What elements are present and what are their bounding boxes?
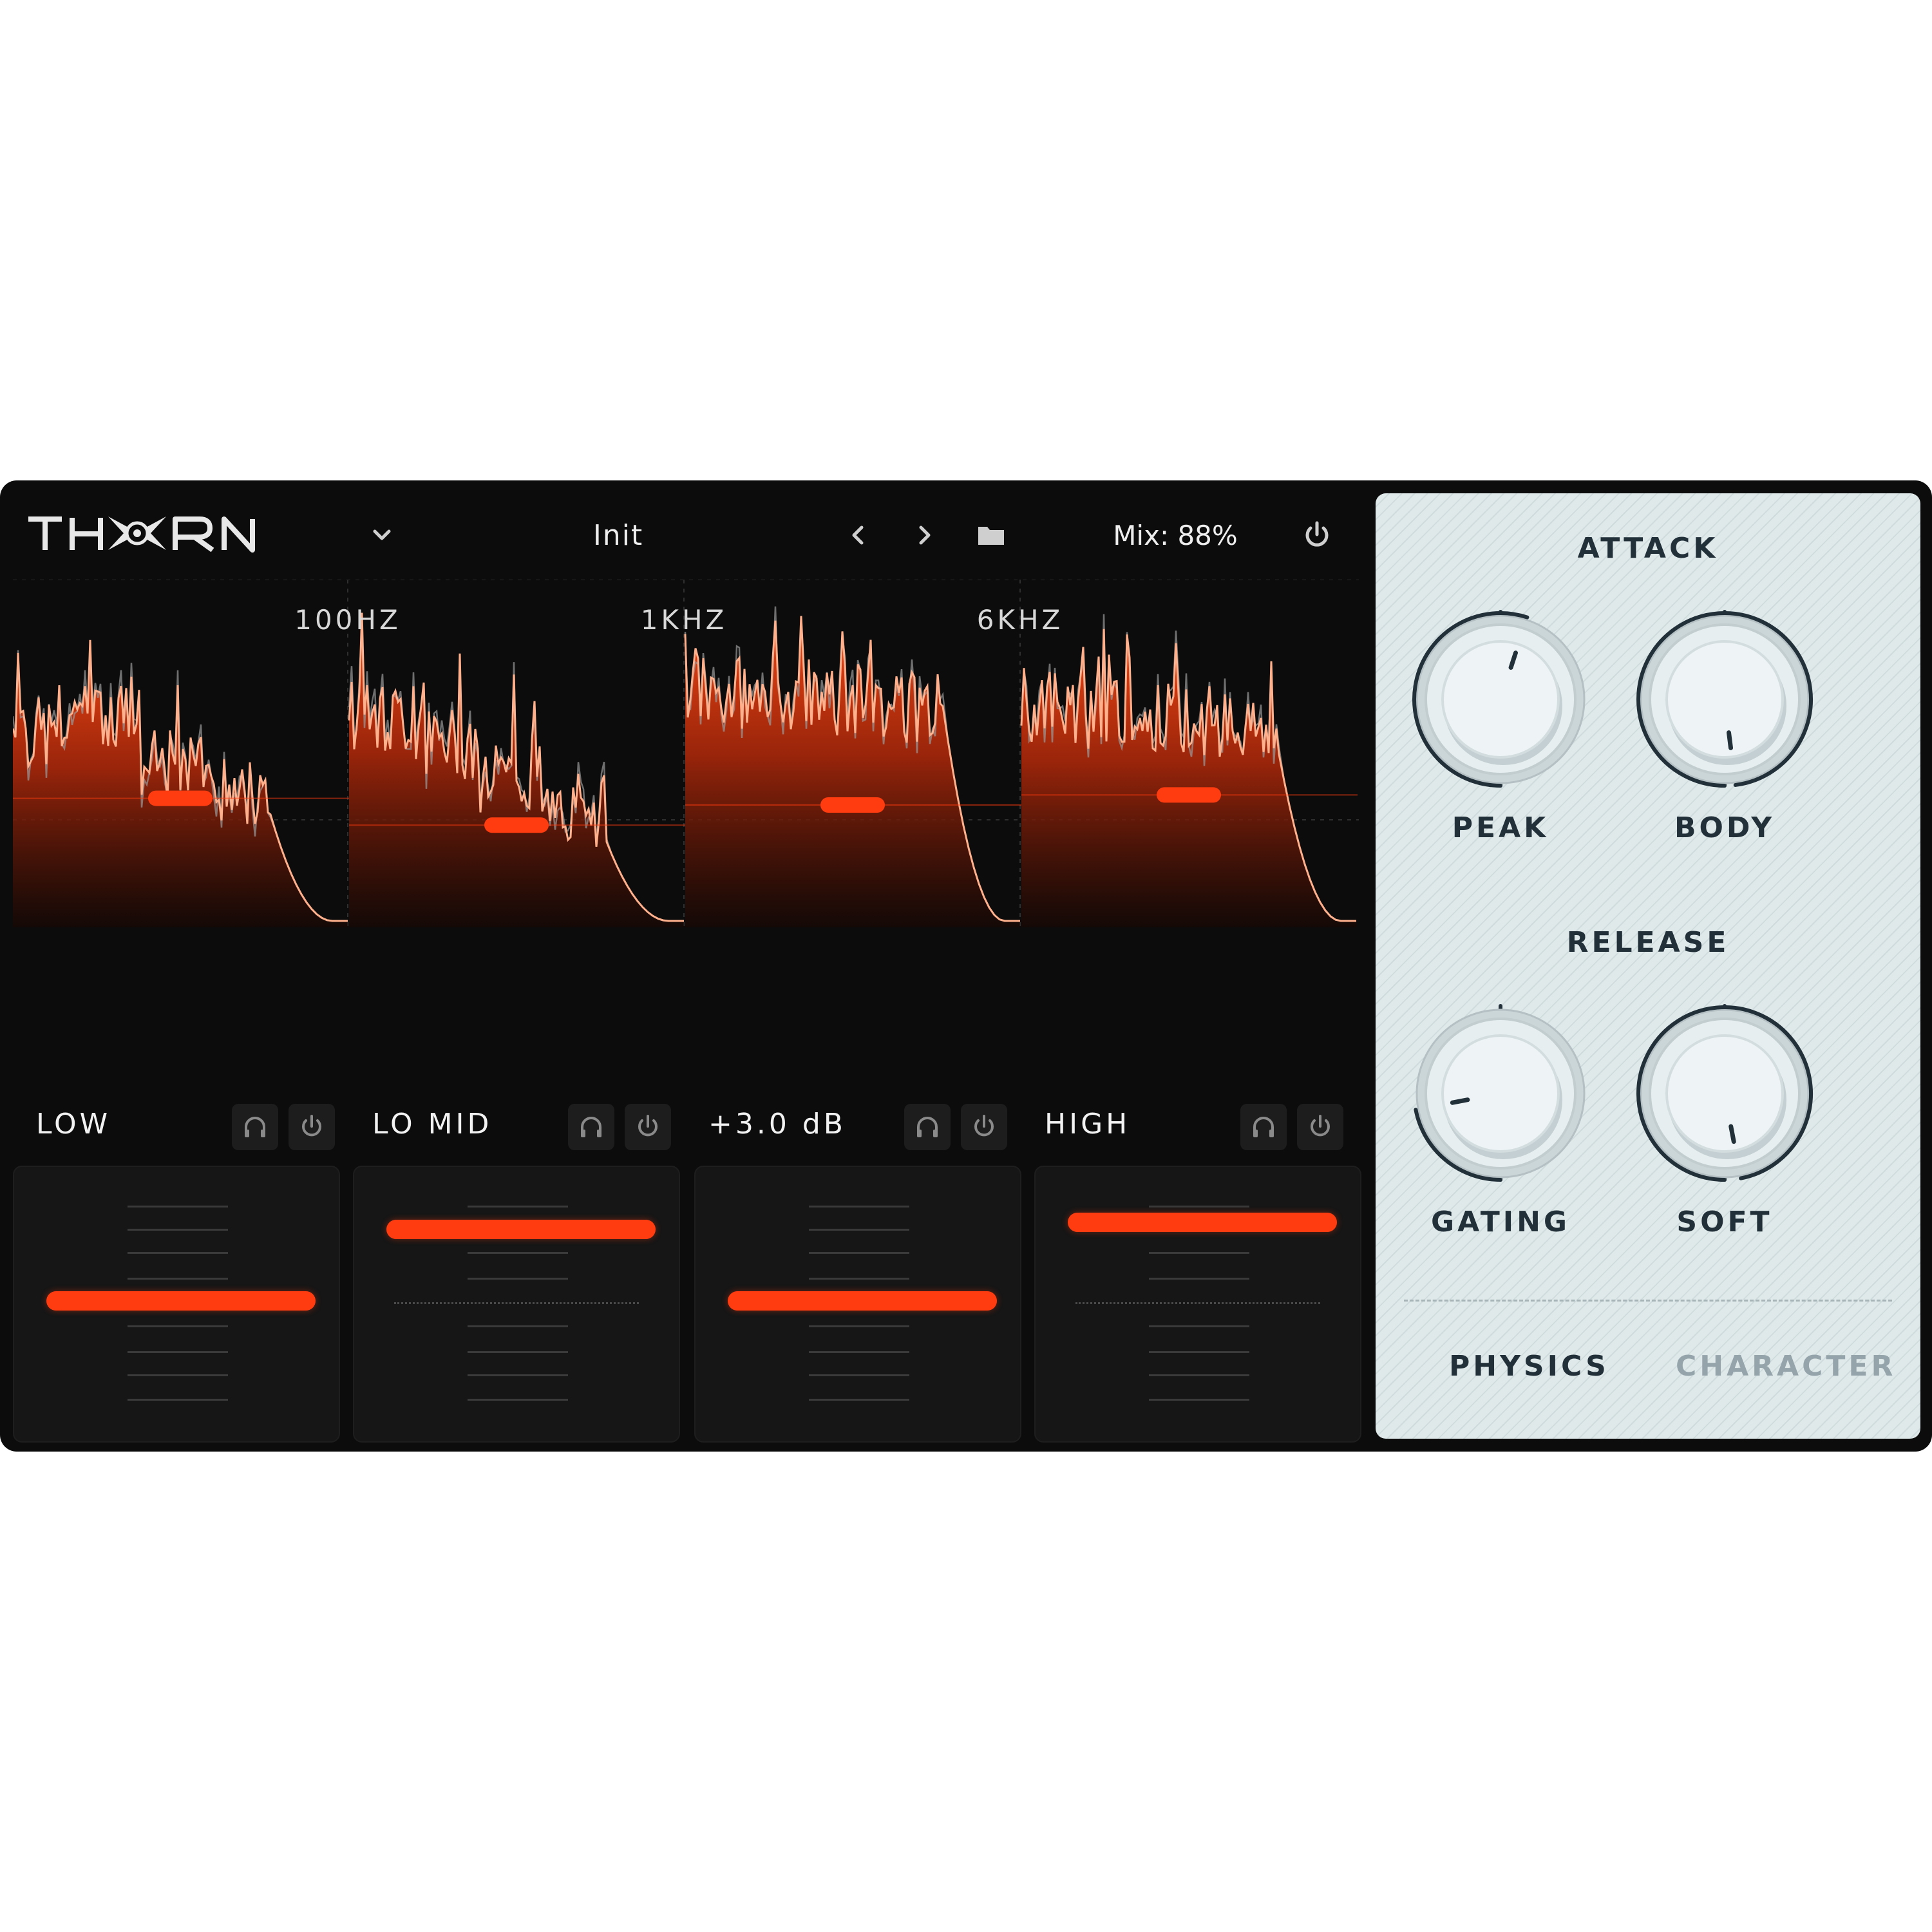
fader-tick bbox=[1149, 1206, 1249, 1208]
band-power-button[interactable] bbox=[625, 1104, 671, 1150]
headphones-icon bbox=[917, 1117, 938, 1137]
tab-character[interactable]: CHARACTER bbox=[1676, 1350, 1896, 1383]
panel-divider bbox=[1404, 1300, 1892, 1302]
solo-button[interactable] bbox=[232, 1104, 278, 1150]
band-power-button[interactable] bbox=[1297, 1104, 1343, 1150]
headphones-icon bbox=[1253, 1117, 1274, 1137]
fader-tick bbox=[809, 1229, 909, 1231]
band-gain-fader-1[interactable] bbox=[13, 1166, 340, 1443]
crossover-label-1[interactable]: 100HZ bbox=[283, 604, 412, 636]
solo-button[interactable] bbox=[1240, 1104, 1287, 1150]
soft-label: SOFT bbox=[1676, 1206, 1773, 1238]
fader-tick bbox=[1149, 1278, 1249, 1280]
power-icon bbox=[974, 1115, 994, 1137]
chevron-left-icon[interactable] bbox=[842, 519, 875, 551]
threshold-handle[interactable] bbox=[484, 817, 549, 833]
thorn-logo bbox=[28, 516, 255, 553]
power-icon[interactable] bbox=[1301, 519, 1333, 551]
fader-tick bbox=[128, 1325, 228, 1327]
gating-label: GATING bbox=[1430, 1206, 1571, 1238]
fader-tick bbox=[128, 1278, 228, 1280]
power-icon bbox=[302, 1115, 321, 1137]
mix-control[interactable]: Mix: 88% bbox=[1088, 516, 1262, 555]
fader-handle[interactable] bbox=[46, 1291, 316, 1311]
band-name: HIGH bbox=[1045, 1108, 1131, 1141]
fader-zero-line bbox=[1075, 1302, 1320, 1304]
soft-knob[interactable] bbox=[1628, 997, 1821, 1190]
fader-tick bbox=[468, 1325, 568, 1327]
spectrum-band-1 bbox=[13, 639, 349, 927]
fader-tick bbox=[128, 1206, 228, 1208]
band-header-hi-mid: +3.0 dB bbox=[685, 1099, 1020, 1150]
fader-tick bbox=[468, 1399, 568, 1401]
solo-button[interactable] bbox=[568, 1104, 614, 1150]
band-header-high: HIGH bbox=[1021, 1099, 1356, 1150]
solo-button[interactable] bbox=[904, 1104, 951, 1150]
fader-tick bbox=[1149, 1351, 1249, 1353]
peak-label: PEAK bbox=[1452, 811, 1549, 844]
fader-tick bbox=[1149, 1374, 1249, 1376]
headphones-icon bbox=[581, 1117, 601, 1137]
band-gain-fader-3[interactable] bbox=[694, 1166, 1021, 1443]
fader-tick bbox=[809, 1399, 909, 1401]
band-power-button[interactable] bbox=[289, 1104, 335, 1150]
fader-tick bbox=[128, 1252, 228, 1254]
fader-handle[interactable] bbox=[728, 1291, 997, 1311]
top-bar: Init Mix: 88% bbox=[0, 480, 1372, 580]
release-title: RELEASE bbox=[1566, 926, 1730, 959]
power-icon bbox=[1311, 1115, 1330, 1137]
fader-handle[interactable] bbox=[1068, 1213, 1337, 1232]
crossover-label-3[interactable]: 6KHZ bbox=[956, 604, 1084, 636]
threshold-handle[interactable] bbox=[1157, 787, 1221, 803]
band-gain-fader-4[interactable] bbox=[1034, 1166, 1361, 1443]
fader-handle[interactable] bbox=[386, 1220, 656, 1239]
chevron-down-icon[interactable] bbox=[366, 519, 398, 551]
gating-knob[interactable] bbox=[1404, 997, 1597, 1190]
fader-tick bbox=[128, 1351, 228, 1353]
band-gain-fader-2[interactable] bbox=[353, 1166, 680, 1443]
fader-tick bbox=[128, 1229, 228, 1231]
fader-zero-line bbox=[394, 1302, 639, 1304]
fader-tick bbox=[809, 1374, 909, 1376]
fader-tick bbox=[468, 1206, 568, 1208]
band-header-low: LOW bbox=[13, 1099, 348, 1150]
crossover-label-2[interactable]: 1KHZ bbox=[620, 604, 748, 636]
band-power-button[interactable] bbox=[961, 1104, 1007, 1150]
body-label: BODY bbox=[1674, 811, 1776, 844]
threshold-handle[interactable] bbox=[820, 797, 885, 813]
spectrum-band-3 bbox=[684, 606, 1021, 927]
fader-tick bbox=[809, 1206, 909, 1208]
folder-icon[interactable] bbox=[975, 519, 1007, 551]
fader-tick bbox=[809, 1351, 909, 1353]
headphones-icon bbox=[245, 1117, 265, 1137]
fader-tick bbox=[128, 1374, 228, 1376]
fader-tick bbox=[1149, 1252, 1249, 1254]
peak-knob[interactable] bbox=[1404, 603, 1597, 796]
power-icon bbox=[638, 1115, 658, 1137]
fader-tick bbox=[468, 1374, 568, 1376]
spectrum-band-4 bbox=[1020, 614, 1358, 927]
fader-tick bbox=[809, 1325, 909, 1327]
band-gain-readout: +3.0 dB bbox=[708, 1108, 846, 1141]
fader-tick bbox=[468, 1351, 568, 1353]
threshold-handle[interactable] bbox=[148, 790, 213, 806]
fader-tick bbox=[468, 1278, 568, 1280]
band-header-lo-mid: LO MID bbox=[349, 1099, 684, 1150]
fader-tick bbox=[1149, 1399, 1249, 1401]
fader-tick bbox=[1149, 1325, 1249, 1327]
body-knob[interactable] bbox=[1628, 603, 1821, 796]
fader-tick bbox=[128, 1399, 228, 1401]
thorn-plugin-window: Init Mix: 88% 100HZ 1KHZ 6KHZ LOW LO MID… bbox=[0, 480, 1932, 1452]
fader-tick bbox=[809, 1278, 909, 1280]
fader-tick bbox=[809, 1252, 909, 1254]
chevron-right-icon[interactable] bbox=[908, 519, 940, 551]
band-name: LO MID bbox=[372, 1108, 493, 1141]
tab-physics[interactable]: PHYSICS bbox=[1449, 1350, 1609, 1383]
spectrum-band-2 bbox=[348, 612, 685, 927]
side-panel: ATTACK PEAK BODY RELEASE GATING SOFT PHY… bbox=[1376, 493, 1920, 1439]
preset-name[interactable]: Init bbox=[567, 516, 670, 555]
fader-tick bbox=[468, 1252, 568, 1254]
attack-title: ATTACK bbox=[1577, 532, 1719, 565]
band-name: LOW bbox=[36, 1108, 111, 1141]
